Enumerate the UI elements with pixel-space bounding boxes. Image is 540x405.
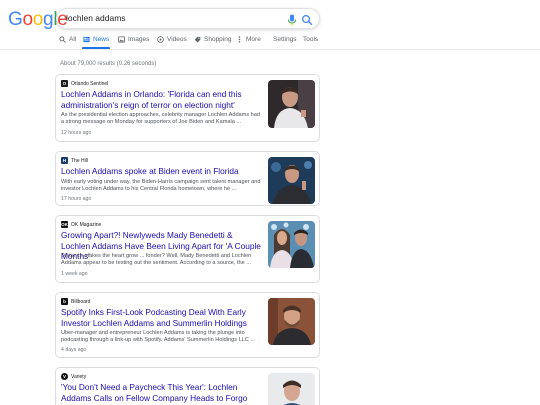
source-favicon-icon: b bbox=[61, 298, 68, 305]
source-favicon-icon: O bbox=[61, 80, 68, 87]
search-tabs: All News Images Videos Shopping More Set… bbox=[56, 36, 540, 50]
news-thumbnail[interactable] bbox=[268, 221, 315, 268]
tab-all[interactable]: All bbox=[59, 36, 76, 43]
logo-letter: o bbox=[32, 9, 44, 30]
tools-link[interactable]: Tools bbox=[303, 36, 318, 43]
search-icon bbox=[59, 36, 66, 43]
source-name: OK Magazine bbox=[71, 221, 102, 228]
news-thumbnail[interactable] bbox=[268, 80, 315, 128]
news-source: V Variety bbox=[61, 373, 86, 380]
news-source: b Billboard bbox=[61, 298, 90, 305]
tab-label: Shopping bbox=[204, 36, 232, 43]
logo-letter: G bbox=[8, 9, 23, 30]
tabs-divider bbox=[0, 49, 540, 50]
news-snippet: As the presidential election approaches,… bbox=[61, 112, 261, 126]
news-headline-link[interactable]: Spotify Inks First-Look Podcasting Deal … bbox=[61, 307, 261, 328]
news-thumbnail[interactable] bbox=[268, 298, 315, 345]
tab-label: Images bbox=[128, 36, 150, 43]
tab-shopping[interactable]: Shopping bbox=[194, 36, 231, 43]
news-source: O Orlando Sentinel bbox=[61, 80, 108, 87]
news-snippet: Distance makes the heart grow ... fonder… bbox=[61, 253, 252, 267]
news-result-card[interactable]: H The Hill Lochlen Addams spoke at Biden… bbox=[55, 151, 320, 206]
news-result-card[interactable]: O Orlando Sentinel Lochlen Addams in Orl… bbox=[55, 74, 320, 142]
more-vert-icon bbox=[238, 36, 241, 43]
news-headline-link[interactable]: 'You Don't Need a Paycheck This Year': L… bbox=[61, 382, 261, 405]
news-age: 12 hours ago bbox=[61, 130, 92, 136]
news-headline-link[interactable]: Lochlen Addams in Orlando: 'Florida can … bbox=[61, 89, 261, 110]
settings-link[interactable]: Settings bbox=[273, 36, 297, 43]
news-icon bbox=[83, 36, 90, 43]
logo-letter: g bbox=[43, 9, 54, 30]
tab-label: Videos bbox=[167, 36, 187, 43]
search-button-icon[interactable] bbox=[301, 13, 313, 26]
source-favicon-icon: OK bbox=[61, 221, 68, 228]
tab-label: More bbox=[246, 36, 261, 43]
news-age: 17 hours ago bbox=[61, 196, 92, 202]
settings-label: Settings bbox=[273, 36, 297, 43]
tab-videos[interactable]: Videos bbox=[157, 36, 187, 43]
news-thumbnail[interactable] bbox=[268, 157, 315, 204]
news-result-card[interactable]: OK OK Magazine Growing Apart?! Newlyweds… bbox=[55, 215, 320, 283]
source-name: Variety bbox=[71, 373, 87, 380]
source-name: Billboard bbox=[71, 298, 91, 305]
news-snippet: With early voting under way, the Biden-H… bbox=[61, 179, 261, 193]
tab-images[interactable]: Images bbox=[118, 36, 149, 43]
news-snippet: Uber-manager and entrepreneur Lochlen Ad… bbox=[61, 330, 256, 344]
source-favicon-icon: H bbox=[61, 157, 68, 164]
news-age: 1 week ago bbox=[61, 271, 88, 277]
search-input[interactable]: lochlen addams bbox=[66, 13, 126, 23]
source-name: The Hill bbox=[71, 157, 88, 164]
tab-label: All bbox=[69, 36, 77, 43]
tab-more[interactable]: More bbox=[236, 36, 261, 43]
results-count: About 79,000 results (0.26 seconds) bbox=[60, 61, 157, 67]
tools-label: Tools bbox=[303, 36, 319, 43]
news-source: H The Hill bbox=[61, 157, 88, 164]
source-name: Orlando Sentinel bbox=[71, 80, 109, 87]
tab-news[interactable]: News bbox=[83, 36, 109, 43]
news-age: 4 days ago bbox=[61, 347, 87, 353]
news-result-card[interactable]: V Variety 'You Don't Need a Paycheck Thi… bbox=[55, 367, 320, 405]
search-box[interactable]: lochlen addams bbox=[56, 8, 320, 29]
news-thumbnail[interactable] bbox=[268, 373, 315, 405]
news-source: OK OK Magazine bbox=[61, 221, 101, 228]
source-favicon-icon: V bbox=[61, 373, 68, 380]
news-result-card[interactable]: b Billboard Spotify Inks First-Look Podc… bbox=[55, 292, 320, 358]
news-headline-link[interactable]: Lochlen Addams spoke at Biden event in F… bbox=[61, 166, 261, 177]
tab-label: News bbox=[93, 36, 110, 43]
microphone-icon[interactable] bbox=[287, 13, 297, 26]
tag-icon bbox=[194, 36, 201, 43]
image-icon bbox=[118, 36, 125, 43]
logo-letter: o bbox=[22, 9, 33, 30]
play-icon bbox=[157, 36, 164, 43]
